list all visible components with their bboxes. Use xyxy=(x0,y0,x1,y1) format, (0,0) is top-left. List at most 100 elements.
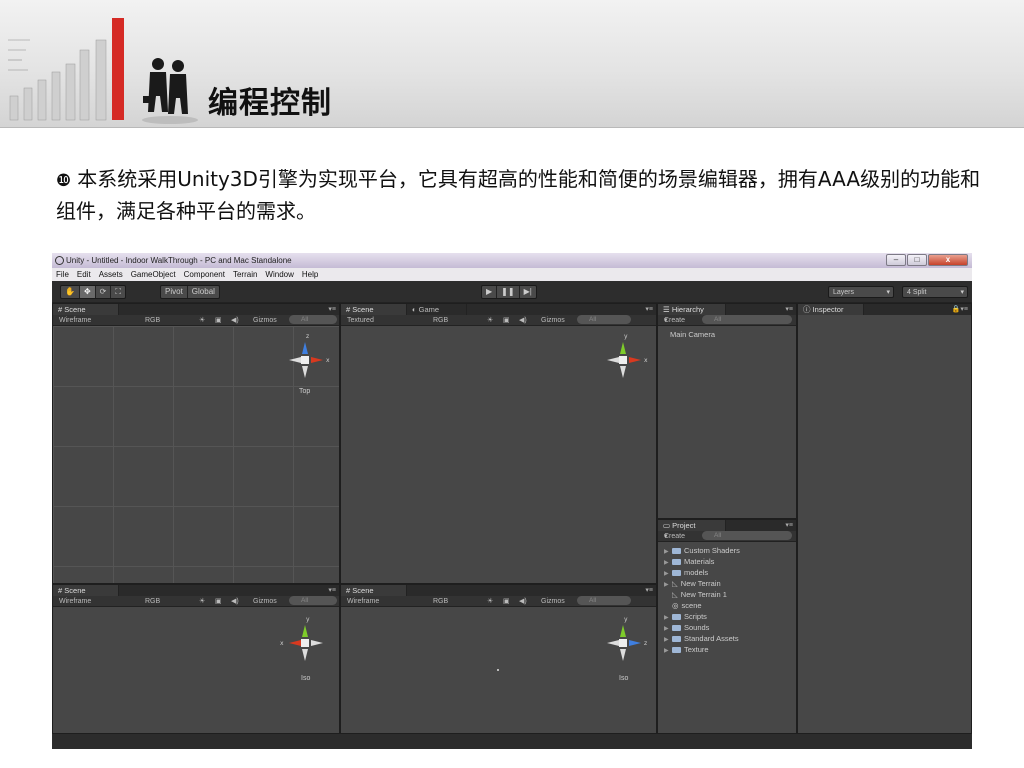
close-button[interactable]: x xyxy=(928,254,968,266)
panel-menu-icon[interactable]: ▾≡ xyxy=(645,585,653,596)
scene-search-input[interactable]: All xyxy=(289,315,337,324)
scene-viewport[interactable]: z x Top xyxy=(53,326,339,583)
panel-menu-icon[interactable]: ▾≡ xyxy=(645,304,653,315)
menu-file[interactable]: File xyxy=(56,268,69,281)
panel-menu-icon[interactable]: ▾≡ xyxy=(328,304,336,315)
audio-icon[interactable]: ◀) xyxy=(231,315,239,326)
render-mode-dropdown[interactable]: Wireframe xyxy=(347,596,379,607)
create-dropdown[interactable]: Create ▾ xyxy=(664,315,685,326)
panel-menu-icon[interactable]: ▾≡ xyxy=(785,304,793,315)
rotate-tool-icon[interactable]: ⟳ xyxy=(96,286,112,298)
orientation-gizmo-icon[interactable]: y z xyxy=(597,615,649,671)
lighting-icon[interactable]: ☀ xyxy=(199,596,205,607)
play-icon[interactable]: ▶ xyxy=(482,286,498,298)
step-icon[interactable]: ▶| xyxy=(520,286,536,298)
hand-tool-icon[interactable]: ✋ xyxy=(61,286,80,298)
scene-viewport[interactable]: y x Iso xyxy=(53,607,339,733)
tab-scene[interactable]: # Scene xyxy=(341,585,407,596)
panel-menu-icon[interactable]: ▾≡ xyxy=(785,520,793,531)
render-mode-dropdown[interactable]: Textured xyxy=(347,315,374,326)
list-item[interactable]: ▶ Texture xyxy=(664,644,709,655)
gizmos-dropdown[interactable]: Gizmos xyxy=(253,315,277,326)
pause-icon[interactable]: ❚❚ xyxy=(497,286,520,298)
scene-view-iso-left[interactable]: # Scene ▾≡ Wireframe RGB ☀ ▣ ◀) Gizmos A… xyxy=(52,584,340,734)
panel-menu-icon[interactable]: 🔒▾≡ xyxy=(952,304,968,315)
scene-viewport[interactable]: y x xyxy=(341,326,656,583)
panel-menu-icon[interactable]: ▾≡ xyxy=(328,585,336,596)
color-mode-dropdown[interactable]: RGB xyxy=(145,596,160,607)
global-button[interactable]: Global xyxy=(188,286,219,298)
list-item[interactable]: ◎ scene xyxy=(664,600,702,611)
color-mode-dropdown[interactable]: RGB xyxy=(433,315,448,326)
scale-tool-icon[interactable]: ⛶ xyxy=(111,286,125,298)
image-icon[interactable]: ▣ xyxy=(503,596,510,607)
list-item[interactable]: ▶ models xyxy=(664,567,708,578)
menu-terrain[interactable]: Terrain xyxy=(233,268,257,281)
move-tool-icon[interactable]: ✥ xyxy=(79,286,96,298)
audio-icon[interactable]: ◀) xyxy=(519,596,527,607)
expand-arrow-icon[interactable]: ▶ xyxy=(664,646,672,657)
main-toolbar: ✋ ✥ ⟳ ⛶ Pivot Global ▶ ❚❚ ▶| Layers 4 Sp… xyxy=(52,281,972,303)
scene-view-toolbar: Wireframe RGB ☀ ▣ ◀) Gizmos All xyxy=(53,596,339,607)
gizmos-dropdown[interactable]: Gizmos xyxy=(541,315,565,326)
hierarchy-search-input[interactable]: All xyxy=(702,315,792,324)
color-mode-dropdown[interactable]: RGB xyxy=(433,596,448,607)
list-item[interactable]: ▶ Custom Shaders xyxy=(664,545,740,556)
color-mode-dropdown[interactable]: RGB xyxy=(145,315,160,326)
scene-view-iso-right[interactable]: # Scene ▾≡ Wireframe RGB ☀ ▣ ◀) Gizmos A… xyxy=(340,584,657,734)
scene-viewport[interactable]: y z Iso xyxy=(341,607,656,733)
tab-hierarchy[interactable]: ☰ Hierarchy xyxy=(658,304,726,315)
menu-assets[interactable]: Assets xyxy=(99,268,123,281)
maximize-button[interactable]: □ xyxy=(907,254,927,266)
tab-inspector[interactable]: ⓘ Inspector xyxy=(798,304,864,315)
orientation-gizmo-icon[interactable]: y x xyxy=(597,332,649,388)
list-item[interactable]: ▶ ◺ New Terrain xyxy=(664,578,721,589)
scene-search-input[interactable]: All xyxy=(577,315,631,324)
audio-icon[interactable]: ◀) xyxy=(519,315,527,326)
project-search-input[interactable]: All xyxy=(702,531,792,540)
list-item[interactable]: ▶ Scripts xyxy=(664,611,707,622)
tab-scene[interactable]: # Scene xyxy=(53,585,119,596)
render-mode-dropdown[interactable]: Wireframe xyxy=(59,315,91,326)
tab-project[interactable]: ▭ Project xyxy=(658,520,726,531)
minimize-button[interactable]: – xyxy=(886,254,906,266)
svg-text:z: z xyxy=(306,333,309,340)
menu-edit[interactable]: Edit xyxy=(77,268,91,281)
render-mode-dropdown[interactable]: Wireframe xyxy=(59,596,91,607)
create-dropdown[interactable]: Create ▾ xyxy=(664,531,685,542)
image-icon[interactable]: ▣ xyxy=(215,315,222,326)
layers-dropdown[interactable]: Layers xyxy=(828,286,894,299)
layout-dropdown[interactable]: 4 Split xyxy=(902,286,968,299)
scene-view-perspective[interactable]: # Scene ◐ Game ▾≡ Textured RGB ☀ ▣ ◀) Gi… xyxy=(340,303,657,584)
pivot-button[interactable]: Pivot xyxy=(161,286,188,298)
gizmos-dropdown[interactable]: Gizmos xyxy=(253,596,277,607)
tab-scene[interactable]: # Scene xyxy=(53,304,119,315)
bar-chart-business-graphic xyxy=(8,18,198,124)
scene-view-top[interactable]: # Scene ▾≡ Wireframe RGB ☀ ▣ ◀) Gizmos A… xyxy=(52,303,340,584)
gizmos-dropdown[interactable]: Gizmos xyxy=(541,596,565,607)
svg-text:y: y xyxy=(624,333,628,340)
scene-search-input[interactable]: All xyxy=(577,596,631,605)
svg-text:x: x xyxy=(280,640,284,647)
menu-window[interactable]: Window xyxy=(265,268,293,281)
list-item[interactable]: ▶ Materials xyxy=(664,556,714,567)
lighting-icon[interactable]: ☀ xyxy=(487,596,493,607)
lighting-icon[interactable]: ☀ xyxy=(199,315,205,326)
list-item[interactable]: Main Camera xyxy=(670,329,715,340)
image-icon[interactable]: ▣ xyxy=(503,315,510,326)
list-item[interactable]: ▶ Standard Assets xyxy=(664,633,739,644)
menu-component[interactable]: Component xyxy=(184,268,225,281)
menu-help[interactable]: Help xyxy=(302,268,318,281)
orientation-gizmo-icon[interactable]: y x xyxy=(279,615,331,671)
list-item[interactable]: ▶ Sounds xyxy=(664,622,709,633)
orientation-gizmo-icon[interactable]: z x xyxy=(279,332,331,388)
audio-icon[interactable]: ◀) xyxy=(231,596,239,607)
tab-scene[interactable]: # Scene xyxy=(341,304,407,315)
lighting-icon[interactable]: ☀ xyxy=(487,315,493,326)
scene-search-input[interactable]: All xyxy=(289,596,337,605)
menu-gameobject[interactable]: GameObject xyxy=(131,268,176,281)
terrain-icon: ◺ xyxy=(672,579,678,588)
tab-game[interactable]: ◐ Game xyxy=(407,304,467,315)
list-item[interactable]: ◺ New Terrain 1 xyxy=(664,589,727,600)
image-icon[interactable]: ▣ xyxy=(215,596,222,607)
